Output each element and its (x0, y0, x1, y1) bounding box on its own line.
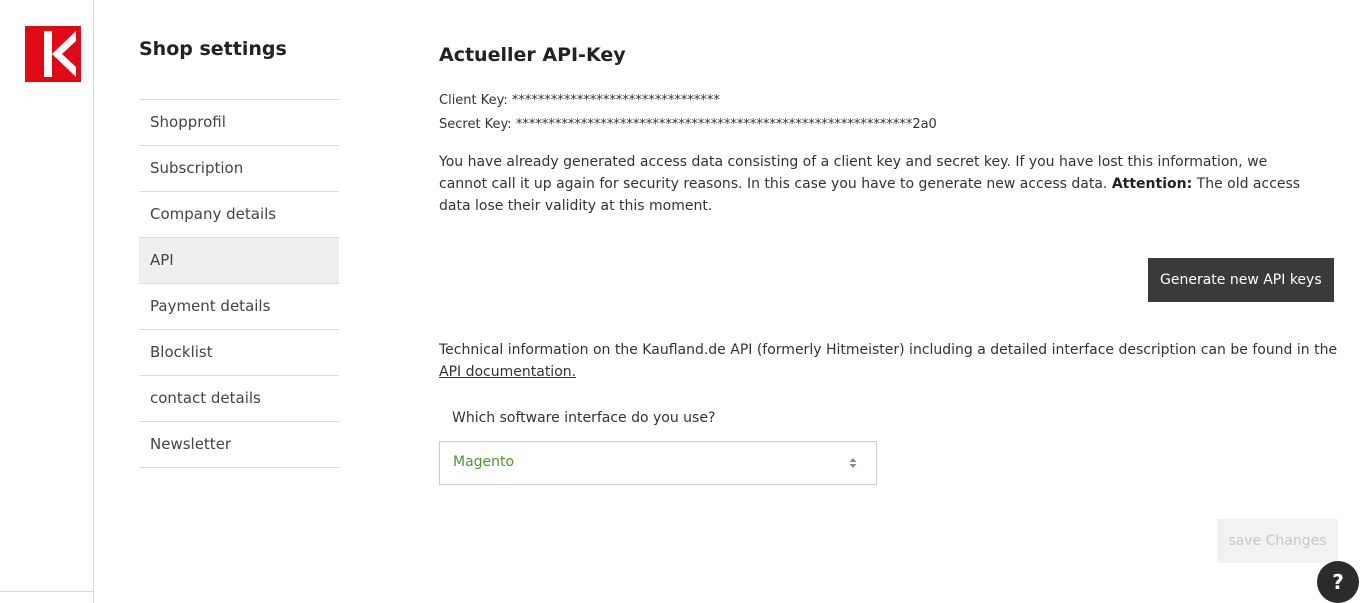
page-title: Actueller API-Key (439, 44, 626, 66)
api-documentation-link[interactable]: API documentation. (439, 364, 576, 380)
sidebar-item-shopprofil[interactable]: Shopprofil (139, 100, 339, 146)
logo-mark (27, 28, 79, 80)
software-interface-select[interactable]: Magento (439, 441, 877, 485)
rail-divider (0, 591, 93, 592)
access-data-info: You have already generated access data c… (439, 151, 1319, 217)
generate-api-keys-button[interactable]: Generate new API keys (1148, 258, 1334, 302)
sidebar-item-api[interactable]: API (139, 238, 339, 284)
sidebar-item-newsletter[interactable]: Newsletter (139, 422, 339, 468)
sidebar-item-subscription[interactable]: Subscription (139, 146, 339, 192)
page: Shop settings Shopprofil Subscription Co… (0, 0, 1362, 603)
help-icon[interactable]: ? (1317, 561, 1359, 603)
sidebar-item-company-details[interactable]: Company details (139, 192, 339, 238)
technical-info-text: Technical information on the Kaufland.de… (439, 339, 1339, 383)
software-interface-value: Magento (453, 454, 515, 470)
secret-key-text: Secret Key: ****************************… (439, 117, 937, 132)
sidebar-item-blocklist[interactable]: Blocklist (139, 330, 339, 376)
kaufland-logo-icon[interactable] (25, 26, 81, 82)
client-key-text: Client Key: ****************************… (439, 93, 720, 108)
save-changes-button[interactable]: save Changes (1217, 519, 1338, 563)
sidebar-item-payment-details[interactable]: Payment details (139, 284, 339, 330)
attention-label: Attention: (1111, 176, 1193, 192)
select-arrows-icon (849, 458, 857, 468)
software-interface-label: Which software interface do you use? (452, 410, 716, 426)
sidebar-item-contact-details[interactable]: contact details (139, 376, 339, 422)
left-rail (0, 0, 94, 603)
technical-info-body: Technical information on the Kaufland.de… (439, 342, 1338, 358)
settings-menu: Shopprofil Subscription Company details … (139, 99, 339, 468)
sidebar-title: Shop settings (139, 38, 287, 60)
